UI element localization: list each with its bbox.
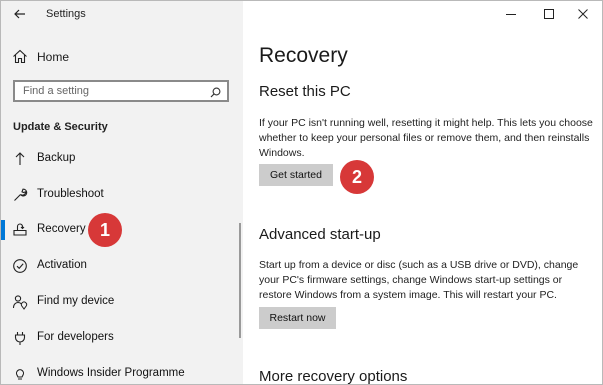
minimize-button[interactable] bbox=[496, 4, 526, 24]
more-recovery-options-heading: More recovery options bbox=[259, 368, 408, 384]
home-icon bbox=[12, 49, 28, 69]
sidebar-item-activation[interactable]: Activation bbox=[1, 251, 243, 281]
section-header: Update & Security bbox=[13, 121, 108, 133]
close-icon bbox=[578, 9, 588, 19]
page-title: Recovery bbox=[259, 44, 348, 67]
back-arrow-icon bbox=[14, 9, 25, 19]
sidebar-item-find-my-device[interactable]: Find my device bbox=[1, 287, 243, 317]
check-circle-icon bbox=[12, 258, 28, 274]
search-box bbox=[13, 80, 229, 102]
wrench-icon bbox=[12, 187, 28, 203]
settings-window: Settings Home Update & Security bbox=[0, 0, 603, 385]
sidebar-item-for-developers[interactable]: For developers bbox=[1, 323, 243, 353]
search-input[interactable] bbox=[15, 82, 213, 100]
sidebar-item-label: Troubleshoot bbox=[37, 188, 104, 200]
active-indicator bbox=[1, 220, 5, 240]
maximize-button[interactable] bbox=[534, 4, 564, 24]
annotation-badge-1: 1 bbox=[88, 213, 122, 247]
maximize-icon bbox=[544, 9, 554, 19]
reset-pc-heading: Reset this PC bbox=[259, 83, 351, 100]
advanced-startup-heading: Advanced start-up bbox=[259, 226, 381, 243]
sidebar: Settings Home Update & Security bbox=[1, 1, 243, 384]
person-location-icon bbox=[12, 294, 28, 310]
annotation-badge-2: 2 bbox=[340, 160, 374, 194]
main-content: Recovery Reset this PC If your PC isn't … bbox=[243, 1, 602, 384]
sidebar-scrollbar[interactable] bbox=[239, 223, 241, 338]
app-title: Settings bbox=[46, 8, 86, 20]
back-button[interactable] bbox=[9, 4, 31, 24]
recovery-icon bbox=[12, 222, 28, 238]
sidebar-item-label: Find my device bbox=[37, 295, 115, 307]
minimize-icon bbox=[506, 14, 516, 15]
insider-icon bbox=[12, 366, 28, 382]
advanced-startup-description: Start up from a device or disc (such as … bbox=[259, 259, 579, 301]
sidebar-item-label: Activation bbox=[37, 259, 87, 271]
close-button[interactable] bbox=[568, 4, 598, 24]
sidebar-item-recovery[interactable]: Recovery bbox=[1, 215, 243, 245]
reset-pc-description: If your PC isn't running well, resetting… bbox=[259, 117, 593, 159]
backup-arrow-icon bbox=[12, 151, 28, 167]
sidebar-item-troubleshoot[interactable]: Troubleshoot bbox=[1, 180, 243, 210]
sidebar-item-label: For developers bbox=[37, 331, 114, 343]
sidebar-item-label: Backup bbox=[37, 152, 76, 164]
search-icon[interactable] bbox=[210, 85, 221, 103]
developer-icon bbox=[12, 330, 28, 346]
home-label: Home bbox=[37, 50, 70, 64]
restart-now-button[interactable]: Restart now bbox=[259, 307, 336, 329]
sidebar-item-label: Windows Insider Programme bbox=[37, 367, 185, 379]
sidebar-item-windows-insider[interactable]: Windows Insider Programme bbox=[1, 359, 243, 384]
get-started-button[interactable]: Get started bbox=[259, 164, 333, 186]
sidebar-item-label: Recovery bbox=[37, 223, 86, 235]
sidebar-item-backup[interactable]: Backup bbox=[1, 144, 243, 174]
sidebar-item-home[interactable]: Home bbox=[1, 45, 243, 69]
